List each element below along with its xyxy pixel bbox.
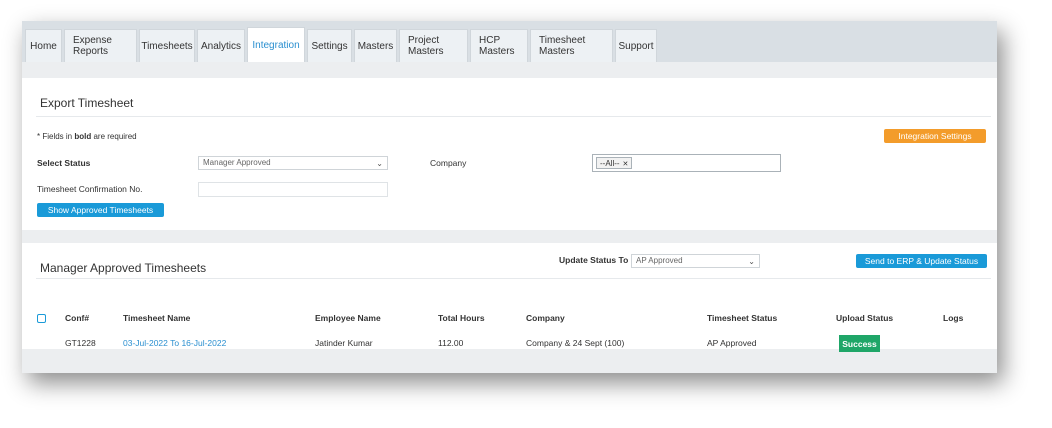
update-status-label: Update Status To (559, 255, 629, 265)
company-chip[interactable]: --All-- ✕ (596, 157, 633, 169)
send-to-erp-button[interactable]: Send to ERP & Update Status (856, 254, 987, 268)
show-approved-timesheets-button[interactable]: Show Approved Timesheets (37, 203, 164, 217)
close-icon[interactable]: ✕ (623, 161, 629, 168)
cell-total-hours: 112.00 (438, 338, 464, 348)
update-status-dropdown[interactable]: AP Approved ⌄ (631, 254, 760, 268)
cell-employee-name: Jatinder Kumar (315, 338, 373, 348)
column-header-employee-name: Employee Name (315, 313, 381, 323)
tab-timesheet-masters[interactable]: Timesheet Masters (530, 29, 613, 62)
tab-timesheets[interactable]: Timesheets (139, 29, 195, 62)
company-multiselect[interactable]: --All-- ✕ (592, 154, 781, 172)
tab-home[interactable]: Home (25, 29, 62, 62)
select-status-dropdown[interactable]: Manager Approved ⌄ (198, 156, 388, 170)
column-header-upload-status: Upload Status (836, 313, 894, 323)
column-header-logs: Logs (943, 313, 964, 323)
tab-settings[interactable]: Settings (307, 29, 352, 62)
tab-hcp-masters[interactable]: HCP Masters (470, 29, 528, 62)
divider (36, 278, 991, 279)
column-header-company: Company (526, 313, 565, 323)
section-title-approved: Manager Approved Timesheets (40, 261, 207, 275)
tab-analytics[interactable]: Analytics (197, 29, 245, 62)
tab-support[interactable]: Support (615, 29, 657, 62)
tab-project-masters[interactable]: Project Masters (399, 29, 468, 62)
section-title-export: Export Timesheet (40, 96, 134, 110)
cell-timesheet-name-link[interactable]: 03-Jul-2022 To 16-Jul-2022 (123, 338, 226, 348)
cell-conf: GT1228 (65, 338, 96, 348)
select-all-checkbox[interactable] (37, 314, 46, 323)
column-header-total-hours: Total Hours (438, 313, 485, 323)
select-status-label: Select Status (37, 158, 91, 168)
top-nav-tabs: Home Expense Reports Timesheets Analytic… (22, 21, 997, 62)
integration-settings-button[interactable]: Integration Settings (884, 129, 986, 143)
tab-integration[interactable]: Integration (247, 27, 305, 62)
column-header-timesheet-name: Timesheet Name (123, 313, 191, 323)
upload-status-badge: Success (839, 335, 880, 352)
approved-timesheets-panel: Manager Approved Timesheets Update Statu… (22, 243, 997, 352)
tab-masters[interactable]: Masters (354, 29, 397, 62)
divider (36, 116, 991, 117)
company-label: Company (430, 158, 467, 168)
chevron-down-icon: ⌄ (376, 159, 383, 168)
column-header-conf: Conf# (65, 313, 90, 323)
cell-company: Company & 24 Sept (100) (526, 338, 625, 348)
tab-expense-reports[interactable]: Expense Reports (64, 29, 137, 62)
chevron-down-icon: ⌄ (748, 257, 755, 266)
confirmation-label: Timesheet Confirmation No. (37, 184, 143, 194)
required-fields-note: * Fields in bold are required (37, 132, 137, 141)
column-header-timesheet-status: Timesheet Status (707, 313, 778, 323)
export-timesheet-panel: Export Timesheet * Fields in bold are re… (22, 78, 997, 230)
confirmation-input[interactable] (198, 182, 388, 197)
app-window: Home Expense Reports Timesheets Analytic… (22, 21, 997, 373)
cell-timesheet-status: AP Approved (707, 338, 757, 348)
